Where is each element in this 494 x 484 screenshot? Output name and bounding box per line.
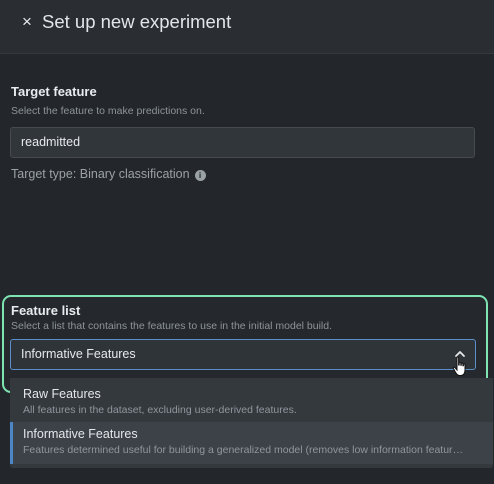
close-icon[interactable]: ×	[18, 12, 36, 32]
target-type-text: Target type: Binary classification i	[11, 167, 206, 181]
hand-pointer-icon	[452, 356, 466, 376]
target-type-label: Target type: Binary classification	[11, 167, 190, 181]
dropdown-option-informative-features[interactable]: Informative Features Features determined…	[10, 422, 493, 464]
panel-header: × Set up new experiment	[0, 0, 494, 54]
dropdown-option-raw-features[interactable]: Raw Features All features in the dataset…	[10, 378, 493, 420]
target-feature-help: Select the feature to make predictions o…	[11, 105, 205, 117]
target-feature-input[interactable]: readmitted	[10, 127, 475, 158]
selected-accent	[10, 422, 13, 464]
feature-list-dropdown: Raw Features All features in the dataset…	[10, 378, 493, 468]
feature-list-select[interactable]: Informative Features	[10, 339, 476, 370]
target-feature-label: Target feature	[11, 84, 97, 99]
option-title: Informative Features	[23, 427, 138, 441]
info-icon[interactable]: i	[194, 170, 206, 181]
option-description: All features in the dataset, excluding u…	[23, 404, 297, 416]
option-description: Features determined useful for building …	[23, 444, 465, 456]
panel-title: Set up new experiment	[42, 11, 232, 32]
feature-list-label: Feature list	[11, 303, 81, 318]
option-title: Raw Features	[23, 387, 101, 401]
feature-list-help: Select a list that contains the features…	[11, 320, 333, 332]
feature-list-selected-value: Informative Features	[21, 347, 136, 361]
